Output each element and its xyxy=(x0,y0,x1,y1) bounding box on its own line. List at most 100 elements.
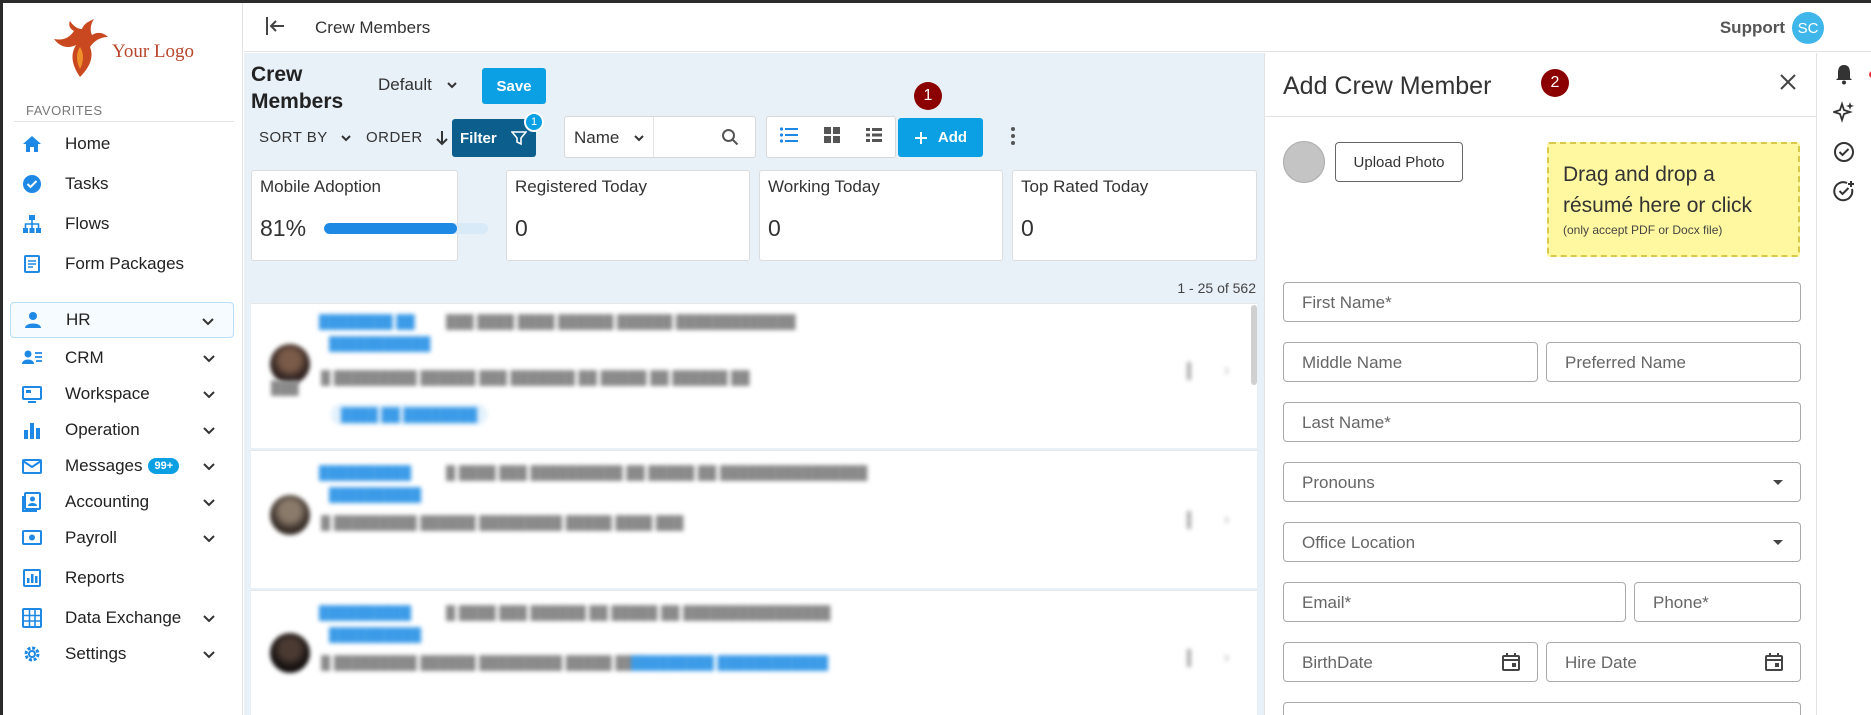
table-view-icon[interactable] xyxy=(865,127,883,148)
search-field-value: Name xyxy=(574,128,620,147)
phone-field[interactable]: Phone* xyxy=(1634,582,1801,622)
sidebar-item-home[interactable]: Home xyxy=(10,126,234,162)
calendar-icon[interactable] xyxy=(1764,652,1784,672)
favorites-label: FAVORITES xyxy=(26,103,103,118)
add-crew-member-panel: Add Crew Member 2 Upload Photo Drag and … xyxy=(1264,53,1817,715)
top-bar: Crew Members Support SC xyxy=(244,3,1871,52)
sidebar-item-form-packages[interactable]: Form Packages xyxy=(10,246,234,282)
add-button[interactable]: Add xyxy=(898,118,983,157)
order-label: ORDER xyxy=(366,129,423,146)
sidebar-item-data-exchange[interactable]: Data Exchange xyxy=(10,600,234,636)
search-box[interactable]: Name xyxy=(564,116,756,158)
messages-count-badge: 99+ xyxy=(148,458,180,474)
preferred-name-field[interactable]: Preferred Name xyxy=(1546,342,1801,382)
field-label: Hire Date xyxy=(1565,653,1637,672)
sidebar-item-accounting[interactable]: Accounting xyxy=(10,484,234,520)
sidebar-item-label: Reports xyxy=(65,568,125,587)
row-menu[interactable] xyxy=(1187,649,1191,667)
last-name-field[interactable]: Last Name* xyxy=(1283,402,1801,442)
view-select[interactable]: Default xyxy=(378,75,458,95)
sidebar-item-messages[interactable]: Messages 99+ xyxy=(10,448,234,484)
panel-title: Add Crew Member xyxy=(1283,72,1492,100)
stat-label: Top Rated Today xyxy=(1021,177,1149,196)
progress-fill xyxy=(324,223,457,234)
sidebar-item-crm[interactable]: CRM xyxy=(10,340,234,376)
row-arrow[interactable]: › xyxy=(1224,362,1229,380)
list-view-icon[interactable] xyxy=(779,126,799,149)
crew-row[interactable]: ████████ ██ ███ ████ ████ ██████ ██████ … xyxy=(251,303,1257,448)
row-menu[interactable] xyxy=(1187,362,1191,380)
close-icon[interactable] xyxy=(1779,73,1797,96)
sidebar-item-reports[interactable]: Reports xyxy=(10,560,234,596)
search-icon[interactable] xyxy=(721,128,739,151)
chevron-down-icon xyxy=(341,134,351,141)
email-field[interactable]: Email* xyxy=(1283,582,1626,622)
sidebar: Your Logo FAVORITES Home Tasks Flows For… xyxy=(0,3,243,715)
hierarchy-icon xyxy=(20,212,44,236)
hire-date-field[interactable]: Hire Date xyxy=(1546,642,1801,682)
list-scrollbar[interactable] xyxy=(1251,305,1257,385)
bell-icon[interactable] xyxy=(1833,63,1871,90)
sidebar-item-workspace[interactable]: Workspace xyxy=(10,376,234,412)
crew-avatar xyxy=(270,633,310,673)
birthdate-field[interactable]: BirthDate xyxy=(1283,642,1538,682)
right-rail xyxy=(1816,53,1871,715)
save-button[interactable]: Save xyxy=(482,68,546,104)
field-label: Phone* xyxy=(1653,593,1709,612)
home-icon xyxy=(20,132,44,156)
sidebar-item-flows[interactable]: Flows xyxy=(10,206,234,242)
first-name-field[interactable]: First Name* xyxy=(1283,282,1801,322)
sidebar-item-label: Data Exchange xyxy=(65,608,182,627)
support-link[interactable]: Support xyxy=(1720,18,1785,38)
sort-by-label: SORT BY xyxy=(259,129,328,146)
row-menu[interactable] xyxy=(1187,511,1191,529)
next-field[interactable] xyxy=(1283,702,1801,715)
view-toggle xyxy=(766,116,896,158)
filter-label: Filter xyxy=(460,129,497,147)
more-options-icon[interactable] xyxy=(1010,125,1016,152)
stat-card-working-today: Working Today 0 xyxy=(759,170,1003,261)
collapse-sidebar-icon[interactable] xyxy=(264,15,286,42)
avatar[interactable]: SC xyxy=(1792,12,1824,44)
sidebar-item-hr[interactable]: HR xyxy=(10,302,234,338)
crew-row[interactable]: ██████████ █ ████ ███ ██████████ ██ ████… xyxy=(251,450,1257,588)
sidebar-item-payroll[interactable]: Payroll xyxy=(10,520,234,556)
sidebar-item-settings[interactable]: Settings xyxy=(10,636,234,672)
crew-row[interactable]: ██████████ █ ████ ███ ██████ ██ █████ ██… xyxy=(251,590,1257,715)
panel-divider xyxy=(1265,116,1817,117)
office-location-select[interactable]: Office Location xyxy=(1283,522,1801,562)
field-label: Office Location xyxy=(1302,533,1416,552)
stat-value: 0 xyxy=(1021,215,1034,241)
check-circle-outline-icon[interactable] xyxy=(1833,141,1855,168)
row-arrow[interactable]: › xyxy=(1224,649,1229,667)
sidebar-item-label: HR xyxy=(66,310,91,329)
workspace-icon xyxy=(20,382,44,406)
check-circle-icon xyxy=(20,172,44,196)
window-left-border xyxy=(0,3,3,715)
chevron-down-icon xyxy=(202,530,216,550)
sort-by-select[interactable]: SORT BY xyxy=(259,129,352,146)
stat-value: 0 xyxy=(768,215,781,241)
sidebar-item-tasks[interactable]: Tasks xyxy=(10,166,234,202)
task-add-icon[interactable] xyxy=(1833,180,1855,207)
upload-photo-button[interactable]: Upload Photo xyxy=(1335,142,1463,182)
sidebar-item-label: Flows xyxy=(65,214,110,233)
chevron-down-icon xyxy=(202,458,216,478)
pronouns-select[interactable]: Pronouns xyxy=(1283,462,1801,502)
sparkle-icon[interactable] xyxy=(1831,101,1855,128)
chevron-down-icon xyxy=(202,422,216,442)
grid-view-icon[interactable] xyxy=(823,126,841,149)
row-arrow[interactable]: › xyxy=(1224,511,1229,529)
mail-icon xyxy=(20,454,44,478)
chevron-down-icon xyxy=(202,350,216,370)
company-logo[interactable]: Your Logo xyxy=(50,19,200,81)
sidebar-item-operation[interactable]: Operation xyxy=(10,412,234,448)
sidebar-item-label: Form Packages xyxy=(65,254,185,273)
calendar-icon[interactable] xyxy=(1501,652,1521,672)
middle-name-field[interactable]: Middle Name xyxy=(1283,342,1538,382)
resume-dropzone[interactable]: Drag and drop a résumé here or click (on… xyxy=(1547,142,1800,257)
order-toggle[interactable]: ORDER xyxy=(366,129,449,146)
grid-icon xyxy=(20,606,44,630)
photo-placeholder xyxy=(1283,141,1325,183)
search-field-select[interactable]: Name xyxy=(574,128,645,148)
